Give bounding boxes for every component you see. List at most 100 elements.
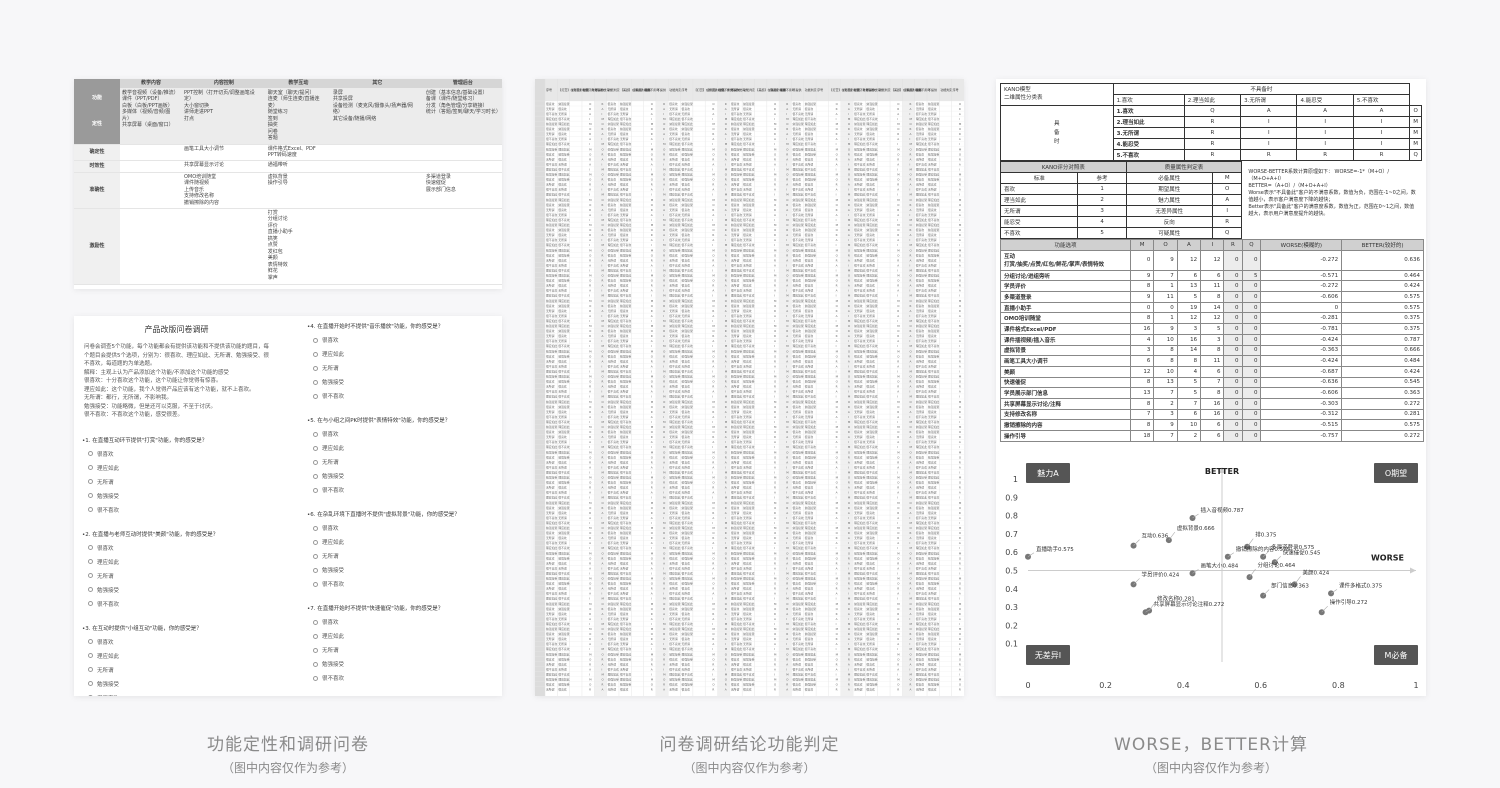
radio-option[interactable]: 勉强接受: [299, 660, 502, 668]
sheet-cell: 很喜欢: [792, 481, 801, 485]
sheet-cell: 理应如此: [866, 349, 877, 353]
radio-circle-icon[interactable]: [313, 539, 318, 545]
radio-option[interactable]: 很喜欢: [74, 638, 279, 646]
radio-circle-icon[interactable]: [313, 675, 318, 681]
sheet-cell: 很不喜欢: [608, 592, 619, 596]
radio-option[interactable]: 很不喜欢: [299, 580, 502, 588]
radio-option[interactable]: 很不喜欢: [74, 506, 279, 514]
sheet-cell: M: [959, 324, 962, 328]
radio-circle-icon[interactable]: [313, 445, 318, 451]
sheet-cell: M: [959, 526, 962, 530]
sheet-cell: O: [897, 455, 900, 459]
radio-option[interactable]: 无所谓: [299, 458, 502, 466]
radio-option[interactable]: 无所谓: [74, 666, 279, 674]
sheet-cell: 很不喜欢: [669, 238, 680, 242]
radio-option[interactable]: 很不喜欢: [74, 600, 279, 608]
sheet-cell: A: [774, 364, 776, 368]
radio-circle-icon[interactable]: [313, 661, 318, 667]
sheet-cell: 勉强接受: [928, 203, 939, 207]
radio-circle-icon[interactable]: [88, 667, 93, 672]
radio-circle-icon[interactable]: [88, 479, 93, 484]
radio-option[interactable]: 勉强接受: [74, 586, 279, 594]
sheet-cell: R: [651, 157, 653, 161]
radio-option[interactable]: 勉强接受: [74, 680, 279, 688]
radio-option[interactable]: 理应如此: [74, 464, 279, 472]
sheet-cell: 很喜欢: [805, 587, 814, 591]
sheet-cell: 无所谓: [546, 486, 555, 490]
sheet-cell: A: [663, 385, 665, 389]
radio-option[interactable]: 无所谓: [74, 572, 279, 580]
radio-circle-icon[interactable]: [88, 695, 93, 696]
radio-circle-icon[interactable]: [313, 365, 318, 371]
sheet-cell: 很不喜欢: [731, 339, 742, 343]
radio-option[interactable]: 勉强接受: [299, 472, 502, 480]
radio-option[interactable]: 理应如此: [299, 444, 502, 452]
sheet-cell: 理应如此: [620, 425, 631, 429]
sheet-cell: 很不喜欢: [743, 243, 754, 247]
radio-circle-icon[interactable]: [313, 351, 318, 357]
radio-option[interactable]: 很喜欢: [299, 618, 502, 626]
radio-option[interactable]: 很喜欢: [74, 544, 279, 552]
sheet-cell: 勉强接受: [743, 102, 754, 106]
radio-circle-icon[interactable]: [313, 525, 318, 531]
radio-option[interactable]: 无所谓: [299, 552, 502, 560]
radio-circle-icon[interactable]: [313, 619, 318, 625]
radio-circle-icon[interactable]: [88, 587, 93, 592]
radio-circle-icon[interactable]: [313, 379, 318, 385]
radio-circle-icon[interactable]: [313, 581, 318, 587]
radio-option[interactable]: 勉强接受: [299, 378, 502, 386]
sheet-cell: 理应如此: [608, 597, 619, 601]
radio-circle-icon[interactable]: [313, 473, 318, 479]
radio-option[interactable]: 很喜欢: [299, 336, 502, 344]
radio-option[interactable]: 无所谓: [299, 646, 502, 654]
radio-option[interactable]: 理应如此: [299, 350, 502, 358]
radio-option[interactable]: 理应如此: [299, 538, 502, 546]
radio-circle-icon[interactable]: [88, 601, 93, 606]
radio-circle-icon[interactable]: [88, 507, 93, 512]
radio-circle-icon[interactable]: [313, 567, 318, 573]
sheet-cell: 很喜欢: [866, 309, 875, 313]
radio-circle-icon[interactable]: [88, 681, 93, 686]
sheet-cell: 勉强接受: [916, 450, 927, 454]
radio-option[interactable]: 无所谓: [299, 364, 502, 372]
sheet-cell: M: [959, 375, 962, 379]
radio-circle-icon[interactable]: [313, 393, 318, 399]
radio-option[interactable]: 很喜欢: [299, 430, 502, 438]
sheet-cell: 理应如此: [916, 193, 927, 197]
radio-circle-icon[interactable]: [313, 633, 318, 639]
radio-circle-icon[interactable]: [88, 573, 93, 578]
sheet-cell: 很不喜欢: [546, 516, 557, 520]
radio-option[interactable]: 理应如此: [74, 652, 279, 660]
sheet-cell: A: [897, 592, 899, 596]
radio-circle-icon[interactable]: [313, 337, 318, 343]
radio-circle-icon[interactable]: [313, 487, 318, 493]
radio-circle-icon[interactable]: [88, 545, 93, 550]
radio-circle-icon[interactable]: [313, 459, 318, 465]
radio-option[interactable]: 很不喜欢: [299, 674, 502, 682]
sheet-cell: 很喜欢: [682, 258, 691, 262]
sheet-cell: 无所谓: [620, 415, 629, 419]
radio-option[interactable]: 勉强接受: [299, 566, 502, 574]
radio-circle-icon[interactable]: [88, 559, 93, 564]
radio-option[interactable]: 很喜欢: [299, 524, 502, 532]
sheet-cell: 很喜欢: [866, 284, 875, 288]
radio-option[interactable]: 无所谓: [74, 478, 279, 486]
radio-circle-icon[interactable]: [313, 647, 318, 653]
radio-circle-icon[interactable]: [313, 553, 318, 559]
radio-circle-icon[interactable]: [88, 639, 93, 644]
radio-option[interactable]: 很不喜欢: [299, 486, 502, 494]
radio-option[interactable]: 勉强接受: [74, 492, 279, 500]
sheet-cell: R: [897, 486, 899, 490]
sheet-cell: 无所谓: [792, 359, 801, 363]
radio-option[interactable]: 很喜欢: [74, 450, 279, 458]
radio-option[interactable]: 很不喜欢: [299, 392, 502, 400]
radio-option[interactable]: 理应如此: [74, 558, 279, 566]
radio-circle-icon[interactable]: [88, 493, 93, 498]
radio-circle-icon[interactable]: [88, 465, 93, 470]
radio-circle-icon[interactable]: [88, 653, 93, 658]
radio-option[interactable]: 理应如此: [299, 632, 502, 640]
radio-option[interactable]: 很不喜欢: [74, 694, 279, 696]
radio-circle-icon[interactable]: [313, 431, 318, 437]
sheet-cell: R: [897, 258, 899, 262]
radio-circle-icon[interactable]: [88, 451, 93, 456]
